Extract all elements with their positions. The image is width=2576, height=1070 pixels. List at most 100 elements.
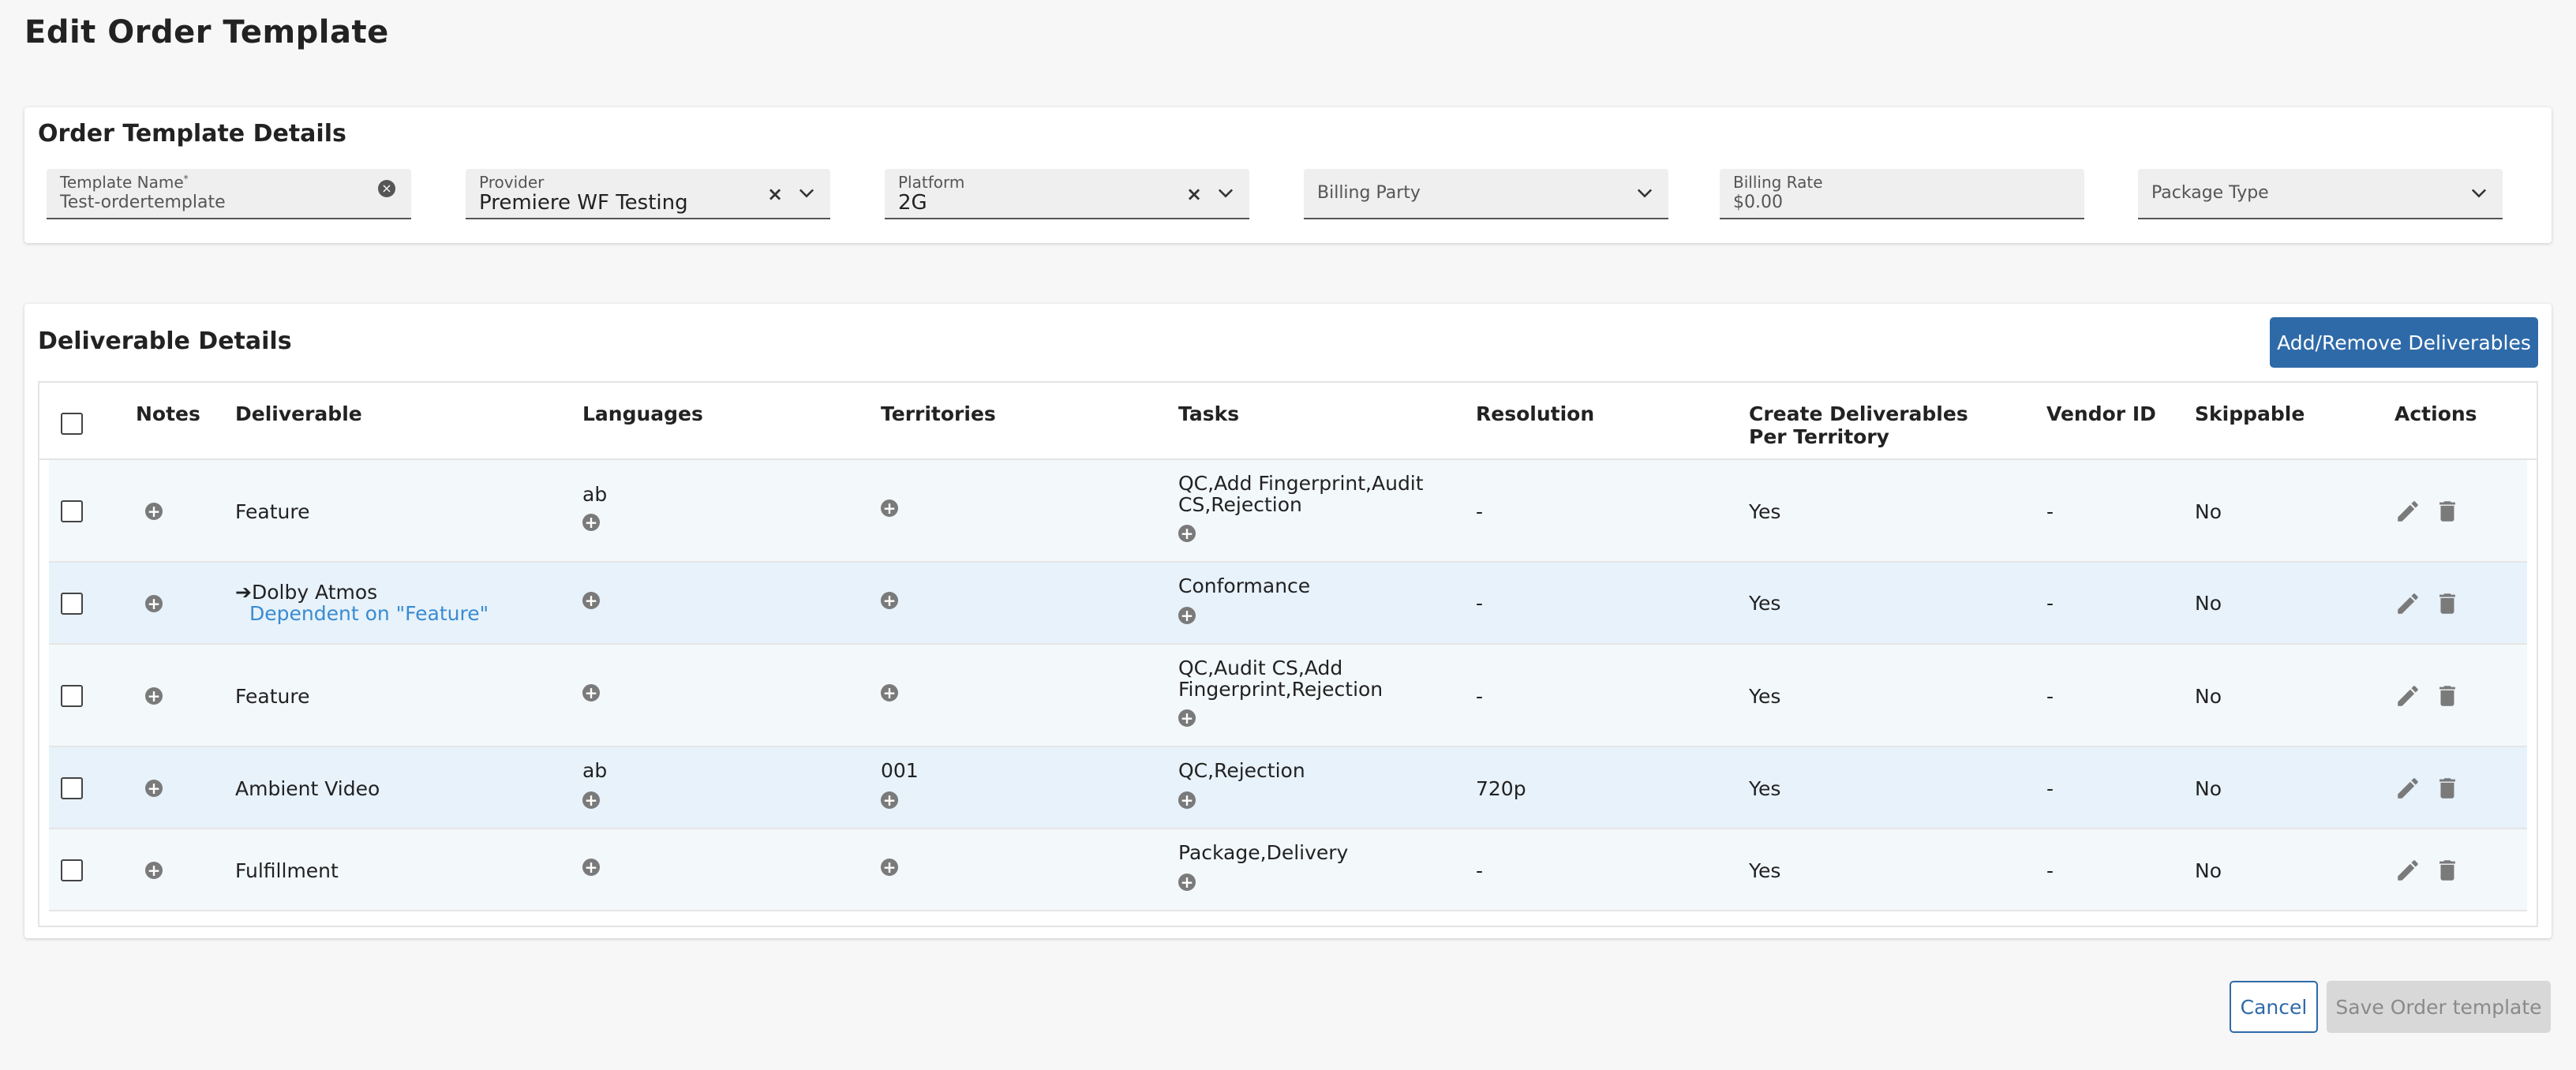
add-task-icon[interactable]: + <box>1178 874 1196 891</box>
billing-rate-field[interactable]: Billing Rate $0.00 <box>1720 169 2084 219</box>
billing-party-label: Billing Party <box>1317 183 1421 203</box>
deliverable-name: Fulfillment <box>235 859 339 882</box>
vendor-id-value: - <box>2046 859 2054 882</box>
add-territory-icon[interactable]: + <box>881 499 898 517</box>
table-row: + ➔Dolby Atmos Dependent on "Feature" + … <box>49 563 2527 645</box>
col-actions: Actions <box>2394 402 2477 425</box>
tasks-value: Package,Delivery <box>1178 841 1349 864</box>
add-remove-deliverables-button[interactable]: Add/Remove Deliverables <box>2270 317 2538 368</box>
deliverable-name: Ambient Video <box>235 777 380 800</box>
create-per-territory-value: Yes <box>1749 685 1781 708</box>
resolution-value: - <box>1476 685 1484 708</box>
deliverable-name: Feature <box>235 685 310 708</box>
provider-value: Premiere WF Testing <box>479 191 688 215</box>
col-notes: Notes <box>136 402 200 425</box>
billing-rate-label: Billing Rate <box>1733 173 1823 192</box>
edit-icon[interactable] <box>2394 857 2421 884</box>
page-title: Edit Order Template <box>24 14 389 51</box>
delete-icon[interactable] <box>2434 590 2461 617</box>
template-name-value: Test-ordertemplate <box>60 193 226 212</box>
col-vendor-id: Vendor ID <box>2046 402 2156 425</box>
add-task-icon[interactable]: + <box>1178 607 1196 624</box>
details-section-title: Order Template Details <box>38 120 346 148</box>
edit-icon[interactable] <box>2394 775 2421 802</box>
deliverables-table: Notes Deliverable Languages Territories … <box>38 381 2538 927</box>
add-note-icon[interactable]: + <box>145 595 163 612</box>
chevron-down-icon[interactable] <box>1215 181 1237 204</box>
platform-value: 2G <box>898 191 927 215</box>
add-note-icon[interactable]: + <box>145 780 163 797</box>
vendor-id-value: - <box>2046 685 2054 708</box>
package-type-select[interactable]: Package Type <box>2138 169 2503 219</box>
resolution-value: - <box>1476 500 1484 523</box>
resolution-value: 720p <box>1476 777 1526 800</box>
billing-party-select[interactable]: Billing Party <box>1304 169 1668 219</box>
delete-icon[interactable] <box>2434 857 2461 884</box>
col-create-per-territory: Create Deliverables Per Territory <box>1749 402 1968 448</box>
chevron-down-icon[interactable] <box>796 181 818 204</box>
col-skippable: Skippable <box>2195 402 2305 425</box>
billing-rate-value: $0.00 <box>1733 193 1783 212</box>
add-territory-icon[interactable]: + <box>881 592 898 609</box>
deliverables-section-title: Deliverable Details <box>38 327 292 355</box>
create-per-territory-value: Yes <box>1749 859 1781 882</box>
clear-provider-icon[interactable]: × <box>767 183 783 205</box>
deliverable-details-card: Deliverable Details Add/Remove Deliverab… <box>24 304 2552 938</box>
add-task-icon[interactable]: + <box>1178 709 1196 727</box>
add-language-icon[interactable]: + <box>582 592 600 609</box>
chevron-down-icon[interactable] <box>1634 181 1656 204</box>
template-name-field[interactable]: Template Name* Test-ordertemplate × <box>47 169 411 219</box>
add-language-icon[interactable]: + <box>582 859 600 876</box>
platform-label: Platform <box>898 173 965 192</box>
select-all-checkbox[interactable] <box>61 413 83 435</box>
package-type-label: Package Type <box>2151 183 2269 203</box>
add-note-icon[interactable]: + <box>145 687 163 705</box>
col-resolution: Resolution <box>1476 402 1595 425</box>
table-row: + Feature ab + + QC,Add Fingerprint,Audi… <box>49 460 2527 563</box>
col-deliverable: Deliverable <box>235 402 362 425</box>
chevron-down-icon[interactable] <box>2468 181 2490 204</box>
create-per-territory-value: Yes <box>1749 592 1781 615</box>
row-checkbox[interactable] <box>61 777 83 799</box>
platform-select[interactable]: Platform 2G × <box>885 169 1249 219</box>
col-territories: Territories <box>881 402 996 425</box>
template-name-label: Template Name* <box>60 173 189 192</box>
add-language-icon[interactable]: + <box>582 514 600 531</box>
row-checkbox[interactable] <box>61 859 83 881</box>
languages-value: ab <box>582 483 608 506</box>
skippable-value: No <box>2195 592 2222 615</box>
add-note-icon[interactable]: + <box>145 862 163 879</box>
deliverable-name: Feature <box>235 500 310 523</box>
tasks-value: QC,Audit CS,Add Fingerprint,Rejection <box>1178 657 1383 701</box>
row-checkbox[interactable] <box>61 593 83 615</box>
cancel-button[interactable]: Cancel <box>2230 981 2318 1033</box>
save-order-template-button[interactable]: Save Order template <box>2327 981 2551 1033</box>
add-territory-icon[interactable]: + <box>881 859 898 876</box>
dependency-link[interactable]: Dependent on "Feature" <box>249 603 489 624</box>
territories-value: 001 <box>881 759 919 782</box>
edit-icon[interactable] <box>2394 590 2421 617</box>
row-checkbox[interactable] <box>61 500 83 522</box>
edit-icon[interactable] <box>2394 498 2421 525</box>
create-per-territory-value: Yes <box>1749 777 1781 800</box>
add-language-icon[interactable]: + <box>582 684 600 701</box>
add-task-icon[interactable]: + <box>1178 525 1196 542</box>
delete-icon[interactable] <box>2434 498 2461 525</box>
add-territory-icon[interactable]: + <box>881 791 898 809</box>
clear-template-name-icon[interactable]: × <box>378 180 395 197</box>
tasks-value: QC,Add Fingerprint,Audit CS,Rejection <box>1178 472 1424 516</box>
add-note-icon[interactable]: + <box>145 503 163 520</box>
add-language-icon[interactable]: + <box>582 791 600 809</box>
resolution-value: - <box>1476 859 1484 882</box>
provider-select[interactable]: Provider Premiere WF Testing × <box>466 169 830 219</box>
add-territory-icon[interactable]: + <box>881 684 898 701</box>
add-task-icon[interactable]: + <box>1178 791 1196 809</box>
tasks-value: Conformance <box>1178 574 1311 597</box>
delete-icon[interactable] <box>2434 683 2461 709</box>
edit-icon[interactable] <box>2394 683 2421 709</box>
clear-platform-icon[interactable]: × <box>1186 183 1202 205</box>
resolution-value: - <box>1476 592 1484 615</box>
row-checkbox[interactable] <box>61 685 83 707</box>
vendor-id-value: - <box>2046 500 2054 523</box>
delete-icon[interactable] <box>2434 775 2461 802</box>
